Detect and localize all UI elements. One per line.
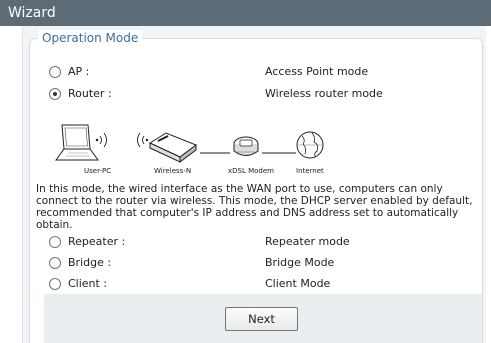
client-radio[interactable] xyxy=(49,278,61,290)
router-topology-diagram: User-PC Wireless-N xDSL Modem Internet xyxy=(55,124,324,175)
modem-icon xyxy=(233,136,259,156)
window-title: Wizard xyxy=(0,0,491,26)
mode-option-client[interactable]: Client : Client Mode xyxy=(49,276,469,292)
client-label: Client : xyxy=(68,277,108,290)
operation-mode-legend: Operation Mode xyxy=(38,30,143,46)
globe-icon xyxy=(296,131,324,159)
diagram-label-xdsl-modem: xDSL Modem xyxy=(228,167,274,175)
repeater-label: Repeater : xyxy=(68,235,126,248)
laptop-icon xyxy=(55,124,99,161)
repeater-description: Repeater mode xyxy=(265,235,350,248)
wifi-waves-router-icon xyxy=(137,132,149,148)
diagram-label-internet: Internet xyxy=(296,167,324,175)
bridge-description: Bridge Mode xyxy=(265,256,335,269)
mode-option-ap[interactable]: AP : Access Point mode xyxy=(49,64,469,80)
router-icon xyxy=(148,132,198,163)
wizard-footer: Next xyxy=(44,294,482,343)
diagram-label-user-pc: User-PC xyxy=(84,167,111,175)
router-description: Wireless router mode xyxy=(265,87,383,100)
mode-option-router[interactable]: Router : Wireless router mode xyxy=(49,86,469,102)
ap-radio[interactable] xyxy=(49,66,61,78)
wizard-content: Operation Mode AP : Access Point mode Ro… xyxy=(22,26,486,343)
bridge-label: Bridge : xyxy=(68,256,112,269)
router-mode-description: In this mode, the wired interface as the… xyxy=(36,183,473,231)
ap-label: AP : xyxy=(68,65,90,78)
mode-option-bridge[interactable]: Bridge : Bridge Mode xyxy=(49,255,469,271)
bridge-radio[interactable] xyxy=(49,257,61,269)
ap-description: Access Point mode xyxy=(265,65,369,78)
mode-option-repeater[interactable]: Repeater : Repeater mode xyxy=(49,234,469,250)
router-radio[interactable] xyxy=(49,88,61,100)
wifi-waves-icon xyxy=(95,132,107,148)
client-description: Client Mode xyxy=(265,277,331,290)
repeater-radio[interactable] xyxy=(49,236,61,248)
diagram-label-wireless-n: Wireless-N xyxy=(154,167,191,175)
next-button[interactable]: Next xyxy=(225,307,298,331)
router-label: Router : xyxy=(68,87,112,100)
